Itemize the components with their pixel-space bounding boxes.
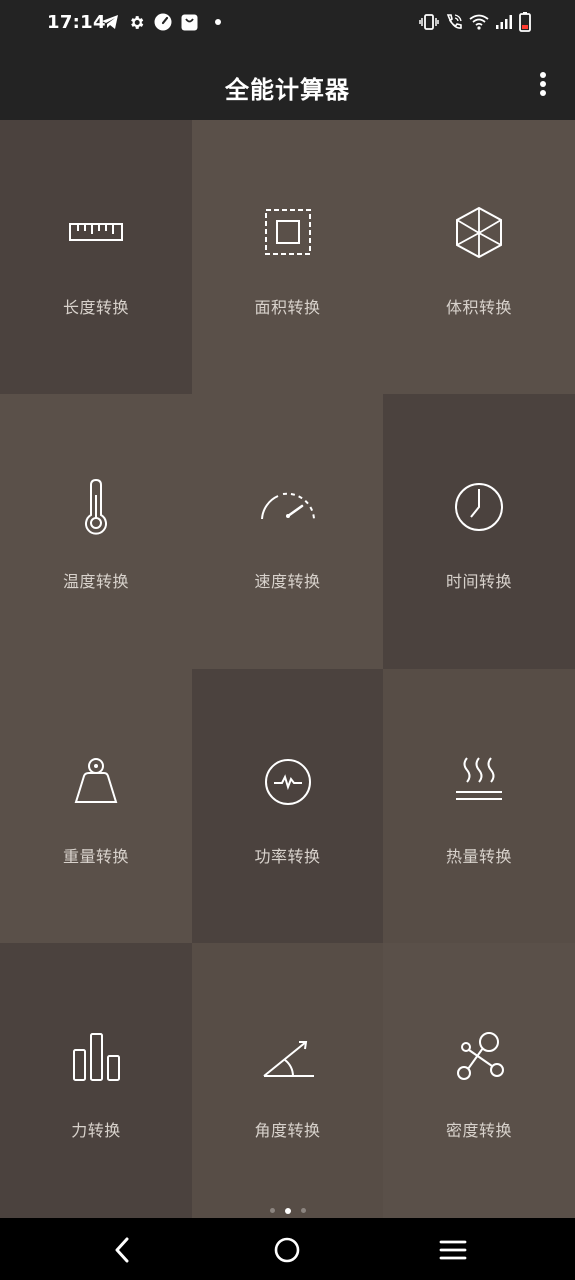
app-bar: 全能计算器 — [0, 48, 575, 120]
tile-angle[interactable]: 角度转换 — [192, 943, 383, 1218]
tile-label: 温度转换 — [62, 572, 129, 591]
tile-length[interactable]: 长度转换 — [0, 120, 192, 394]
converter-grid: 长度转换 面积转换 体积转换 温度转换 速度转换 时间转换 重量转换 功率转换 … — [0, 120, 575, 1218]
back-icon[interactable] — [107, 1235, 137, 1265]
tile-label: 体积转换 — [445, 298, 512, 317]
tile-force[interactable]: 力转换 — [0, 943, 192, 1218]
tile-volume[interactable]: 体积转换 — [383, 120, 575, 394]
molecule-icon — [449, 1028, 509, 1084]
thermometer-icon — [66, 478, 126, 535]
bar-chart-icon — [66, 1028, 126, 1084]
tile-label: 时间转换 — [445, 572, 512, 591]
power-pulse-icon — [258, 754, 318, 810]
tile-time[interactable]: 时间转换 — [383, 394, 575, 669]
wifi-icon — [469, 14, 489, 30]
telegram-icon — [102, 15, 118, 29]
weight-icon — [66, 754, 126, 810]
area-square-icon — [258, 205, 318, 261]
tile-label: 速度转换 — [254, 572, 321, 591]
page-dot — [269, 1208, 275, 1213]
tile-label: 重量转换 — [62, 847, 129, 866]
home-icon[interactable] — [272, 1235, 302, 1265]
navigation-bar — [0, 1218, 575, 1280]
battery-low-icon — [519, 12, 531, 32]
angle-icon — [258, 1028, 318, 1084]
tile-power[interactable]: 功率转换 — [192, 669, 383, 943]
signal-icon — [496, 15, 512, 29]
app-title: 全能计算器 — [225, 76, 350, 104]
tile-speed[interactable]: 速度转换 — [192, 394, 383, 669]
page-dot — [300, 1208, 306, 1213]
shopping-bag-icon — [181, 14, 198, 30]
status-right-icons — [419, 12, 531, 32]
status-bar: 17:14 — [0, 0, 575, 48]
clock-icon — [449, 479, 509, 535]
tile-label: 长度转换 — [62, 298, 129, 317]
page-indicator — [0, 1200, 575, 1214]
tile-weight[interactable]: 重量转换 — [0, 669, 192, 943]
cube-icon — [449, 205, 509, 261]
gear-icon — [131, 15, 144, 29]
vibrate-icon — [419, 14, 439, 30]
page-dot-active — [284, 1207, 291, 1214]
speedometer-icon — [154, 13, 172, 31]
ruler-icon — [66, 205, 126, 261]
wifi-calling-icon — [446, 14, 462, 29]
heat-icon — [449, 754, 509, 810]
speedometer-icon — [258, 479, 318, 535]
status-time: 17:14 — [47, 12, 106, 33]
more-vertical-icon[interactable] — [531, 71, 555, 99]
recents-icon[interactable] — [438, 1235, 468, 1265]
tile-label: 密度转换 — [445, 1121, 512, 1140]
tile-temperature[interactable]: 温度转换 — [0, 394, 192, 669]
tile-label: 面积转换 — [254, 298, 321, 317]
tile-area[interactable]: 面积转换 — [192, 120, 383, 394]
dot-icon — [215, 19, 221, 25]
status-left-icons — [101, 13, 223, 31]
tile-density[interactable]: 密度转换 — [383, 943, 575, 1218]
tile-heat[interactable]: 热量转换 — [383, 669, 575, 943]
tile-label: 功率转换 — [254, 847, 321, 866]
tile-label: 角度转换 — [254, 1121, 321, 1140]
tile-label: 力转换 — [71, 1121, 121, 1140]
tile-label: 热量转换 — [445, 847, 512, 866]
